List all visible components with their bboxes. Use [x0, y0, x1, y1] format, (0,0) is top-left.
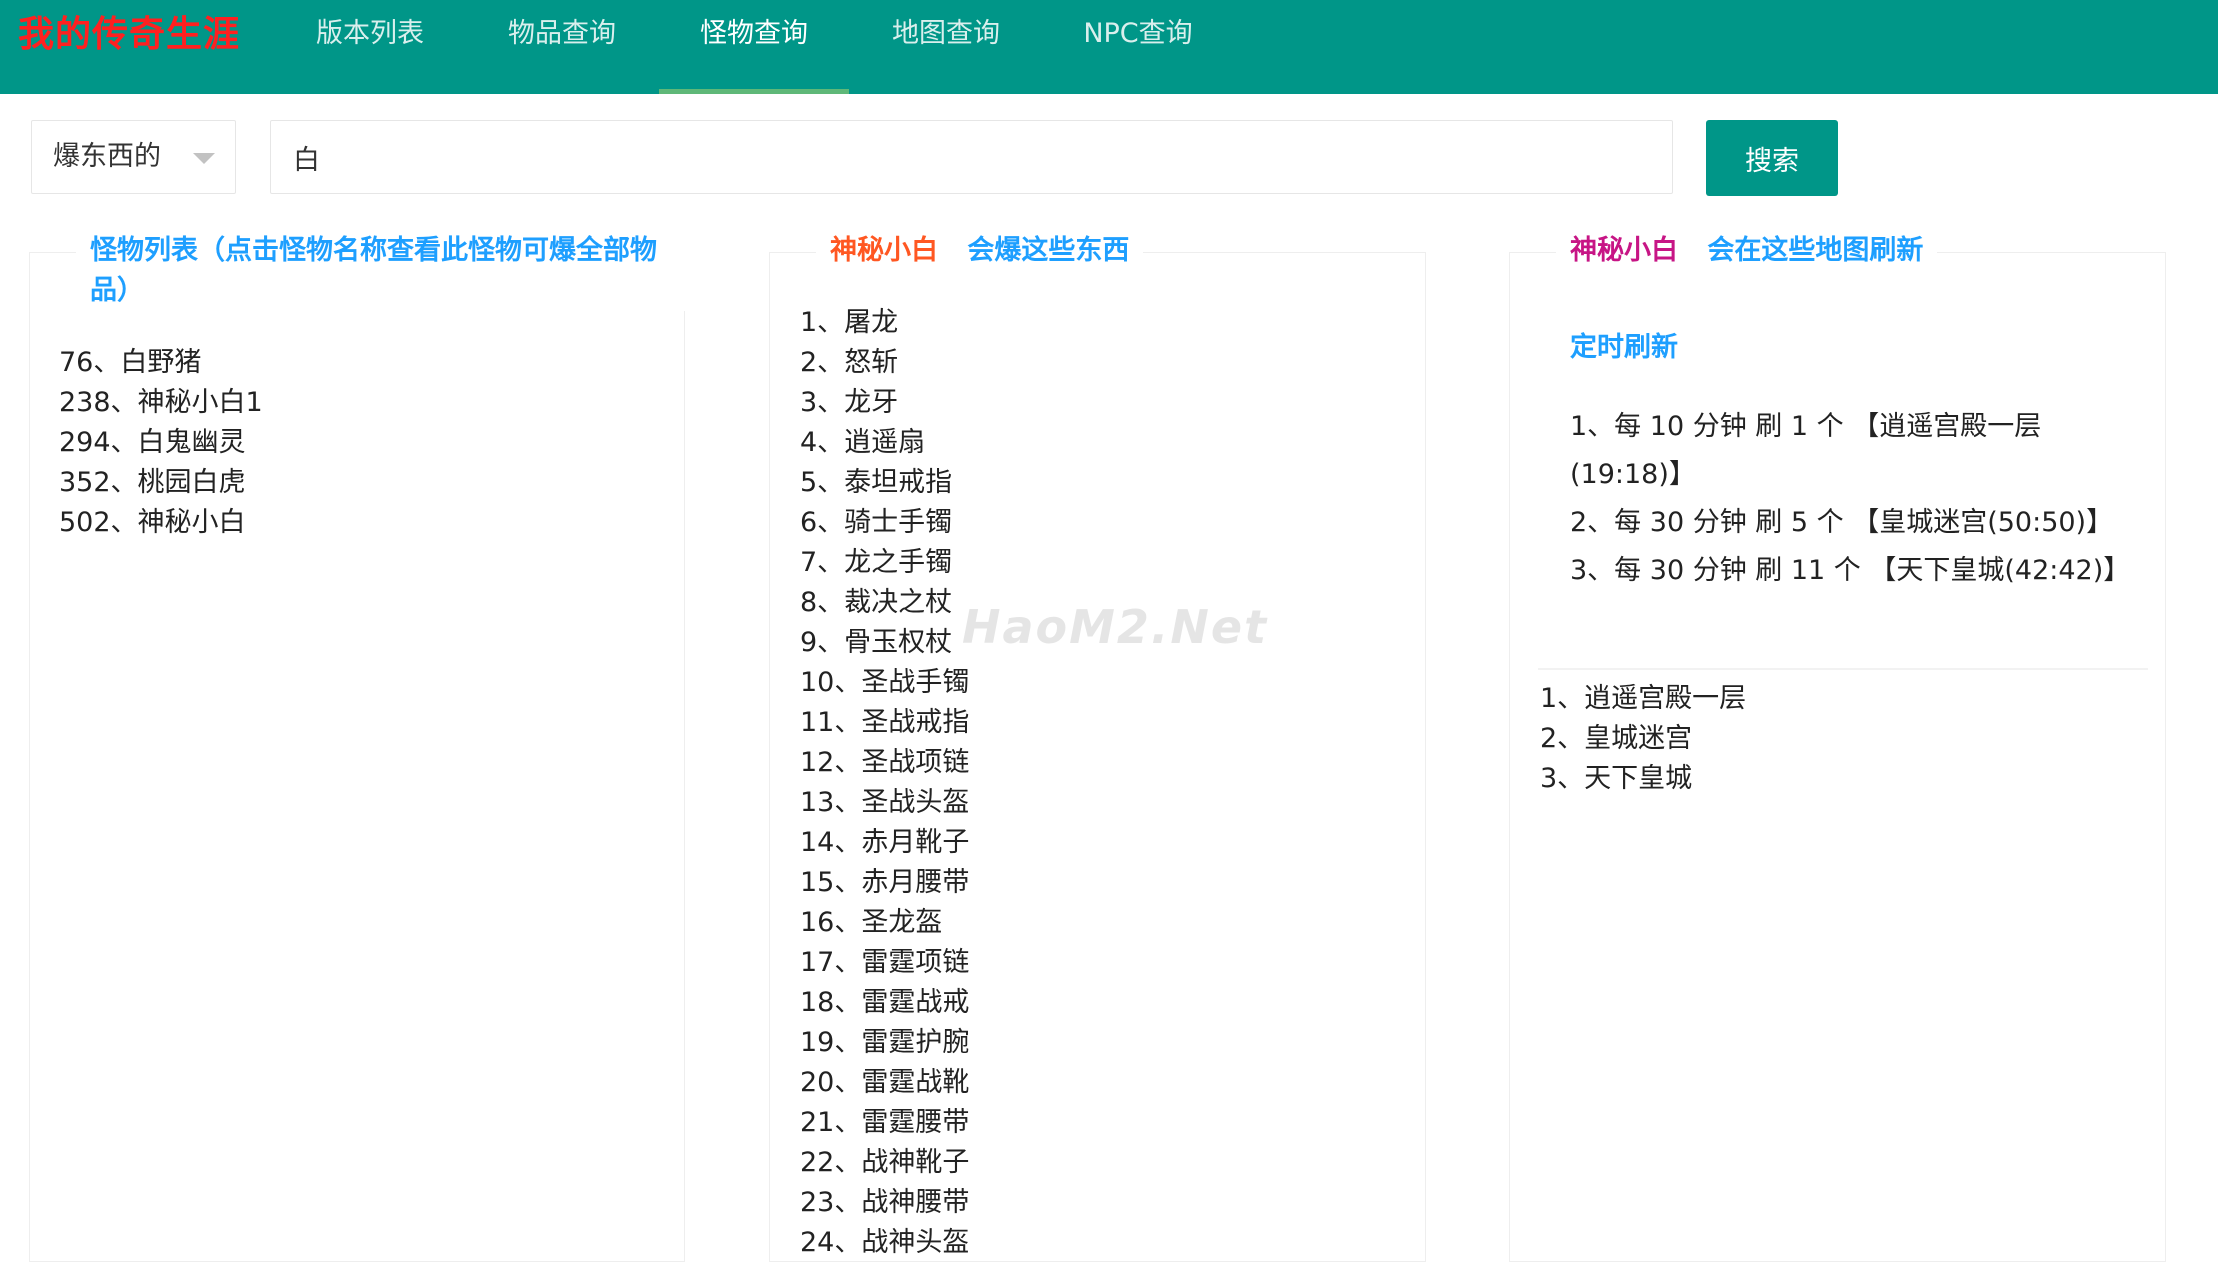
monster-list-title: 怪物列表（点击怪物名称查看此怪物可爆全部物品）	[76, 231, 704, 311]
drop-item: 21、雷霆腰带	[800, 1107, 970, 1138]
drop-item: 14、赤月靴子	[800, 827, 970, 858]
drop-item: 1、屠龙	[800, 307, 899, 338]
maps-title-suffix: 会在这些地图刷新	[1707, 235, 1924, 266]
map-link[interactable]: 1、逍遥宫殿一层	[1540, 679, 1746, 719]
drop-item: 17、雷霆项链	[800, 947, 970, 978]
monster-link[interactable]: 502、神秘小白	[59, 503, 263, 543]
search-input[interactable]	[270, 120, 1673, 194]
drops-title-suffix: 会爆这些东西	[967, 235, 1130, 266]
search-type-select[interactable]: 爆东西的	[31, 120, 236, 194]
drop-item: 23、战神腰带	[800, 1187, 970, 1218]
nav-label: NPC查询	[1083, 18, 1193, 49]
monster-name: 神秘小白	[1570, 235, 1678, 266]
search-type-value: 爆东西的	[53, 141, 161, 172]
timed-refresh-item: 3、每 30 分钟 刷 11 个 【天下皇城(42:42)】	[1570, 555, 2131, 586]
drop-item: 2、怒斩	[800, 347, 899, 378]
nav-monster-search[interactable]: 怪物查询	[659, 0, 849, 94]
drop-item: 15、赤月腰带	[800, 867, 970, 898]
timed-refresh-divider	[1538, 668, 2148, 670]
map-list: 1、逍遥宫殿一层 2、皇城迷宫 3、天下皇城	[1540, 679, 1746, 799]
drop-item: 6、骑士手镯	[800, 507, 953, 538]
map-link[interactable]: 3、天下皇城	[1540, 759, 1746, 799]
drop-item: 18、雷霆战戒	[800, 987, 970, 1018]
maps-panel-title: 神秘小白 会在这些地图刷新	[1556, 231, 1938, 271]
drop-item: 19、雷霆护腕	[800, 1027, 970, 1058]
monster-list: 76、白野猪 238、神秘小白1 294、白鬼幽灵 352、桃园白虎 502、神…	[59, 343, 263, 543]
drop-item: 8、裁决之杖	[800, 587, 953, 618]
drop-item: 24、战神头盔	[800, 1227, 970, 1258]
nav-label: 版本列表	[316, 18, 424, 49]
nav-npc-search[interactable]: NPC查询	[1058, 0, 1218, 94]
monster-link[interactable]: 76、白野猪	[59, 343, 263, 383]
timed-refresh-item: 2、每 30 分钟 刷 5 个 【皇城迷宫(50:50)】	[1570, 507, 2114, 538]
drop-item: 10、圣战手镯	[800, 667, 970, 698]
monster-link[interactable]: 352、桃园白虎	[59, 463, 263, 503]
search-button[interactable]: 搜索	[1706, 120, 1838, 196]
nav-map-search[interactable]: 地图查询	[866, 0, 1026, 94]
timed-refresh-item: 1、每 10 分钟 刷 1 个 【逍遥宫殿一层(19:18)】	[1570, 411, 2042, 490]
active-tab-indicator	[659, 89, 849, 94]
watermark-text: HaoM2.Net	[962, 600, 1269, 654]
nav-label: 怪物查询	[700, 18, 808, 49]
drop-item: 16、圣龙盔	[800, 907, 943, 938]
drop-item: 9、骨玉权杖	[800, 627, 953, 658]
chevron-down-icon	[193, 153, 215, 164]
timed-refresh-list: 1、每 10 分钟 刷 1 个 【逍遥宫殿一层(19:18)】 2、每 30 分…	[1570, 403, 2130, 595]
drop-item: 13、圣战头盔	[800, 787, 970, 818]
nav-version-list[interactable]: 版本列表	[290, 0, 450, 94]
drop-item: 11、圣战戒指	[800, 707, 970, 738]
monster-link[interactable]: 238、神秘小白1	[59, 383, 263, 423]
drop-item: 5、泰坦戒指	[800, 467, 953, 498]
nav-label: 地图查询	[892, 18, 1000, 49]
nav-item-search[interactable]: 物品查询	[482, 0, 642, 94]
drop-item: 4、逍遥扇	[800, 427, 926, 458]
drop-item: 12、圣战项链	[800, 747, 970, 778]
drops-panel-title: 神秘小白 会爆这些东西	[816, 231, 1144, 271]
top-nav-bar: 我的传奇生涯 版本列表 物品查询 怪物查询 地图查询 NPC查询	[0, 0, 2218, 94]
map-link[interactable]: 2、皇城迷宫	[1540, 719, 1746, 759]
drop-item: 20、雷霆战靴	[800, 1067, 970, 1098]
monster-name: 神秘小白	[830, 235, 938, 266]
monster-link[interactable]: 294、白鬼幽灵	[59, 423, 263, 463]
maps-panel: 神秘小白 会在这些地图刷新 定时刷新 1、每 10 分钟 刷 1 个 【逍遥宫殿…	[1509, 231, 2166, 1262]
site-logo-text[interactable]: 我的传奇生涯	[18, 10, 240, 60]
monster-list-panel: 怪物列表（点击怪物名称查看此怪物可爆全部物品） 76、白野猪 238、神秘小白1…	[29, 231, 704, 1262]
nav-label: 物品查询	[508, 18, 616, 49]
drops-panel: 神秘小白 会爆这些东西 1、屠龙 2、怒斩 3、龙牙 4、逍遥扇 5、泰坦戒指 …	[769, 231, 1426, 1263]
drop-item: 3、龙牙	[800, 387, 899, 418]
drop-items-list: 1、屠龙 2、怒斩 3、龙牙 4、逍遥扇 5、泰坦戒指 6、骑士手镯 7、龙之手…	[800, 303, 969, 1263]
drop-item: 22、战神靴子	[800, 1147, 970, 1178]
drop-item: 7、龙之手镯	[800, 547, 953, 578]
timed-refresh-title: 定时刷新	[1570, 332, 1678, 363]
